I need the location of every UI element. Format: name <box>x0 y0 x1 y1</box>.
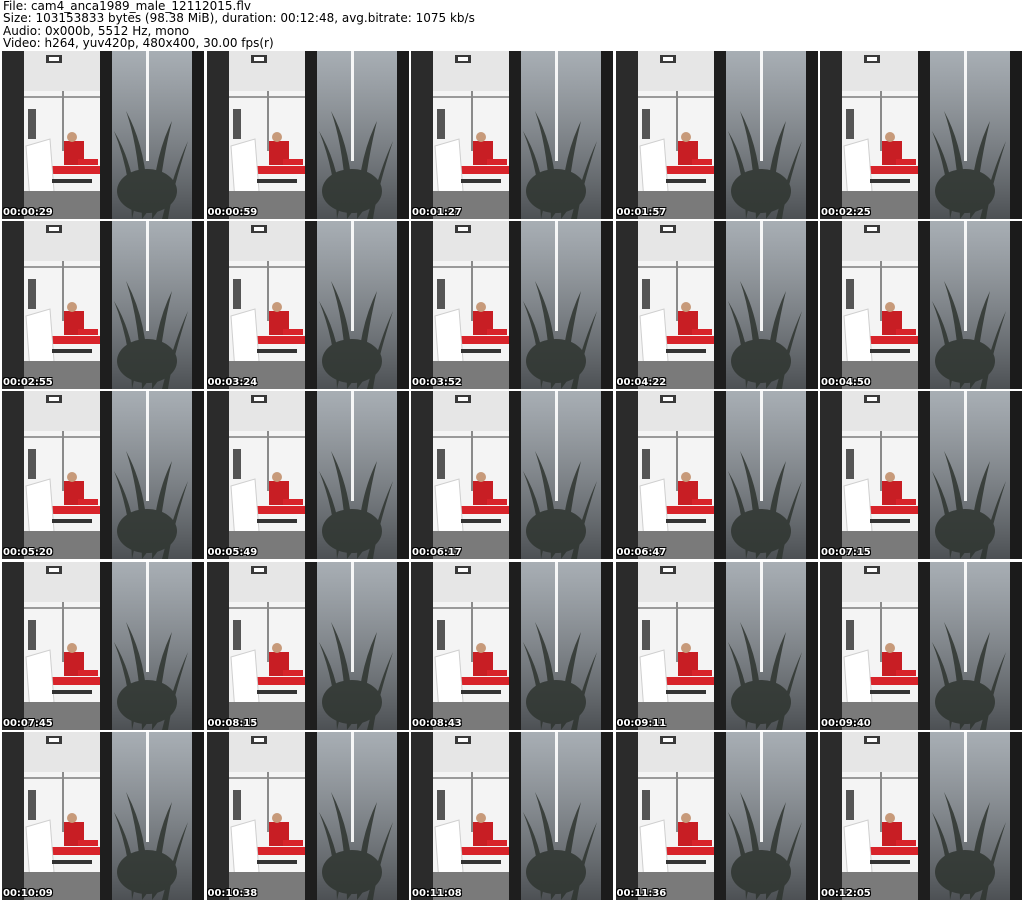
thumbnail-frame-image <box>206 391 409 560</box>
thumbnail-frame-image <box>206 51 409 219</box>
thumbnail-timestamp: 00:03:52 <box>412 377 462 389</box>
thumbnail-timestamp: 00:12:05 <box>821 887 871 899</box>
thumbnail-frame-image <box>411 221 613 390</box>
thumbnail-grid: 00:00:29 00:00:59 00:01:27 00:01:57 00:0… <box>2 51 1022 900</box>
video-thumbnail: 00:03:52 <box>411 221 613 390</box>
thumbnail-timestamp: 00:02:55 <box>3 377 53 389</box>
video-line: Video: h264, yuv420p, 480x400, 30.00 fps… <box>3 35 274 50</box>
file-info-header: File: cam4_anca1989_male_12112015.flv Si… <box>3 0 1021 49</box>
size-line: Size: 103153833 bytes (98.38 MiB), durat… <box>3 11 475 26</box>
video-thumbnail: 00:01:57 <box>615 51 818 219</box>
video-thumbnail: 00:07:15 <box>820 391 1022 560</box>
thumbnail-frame-image <box>411 391 613 560</box>
thumbnail-timestamp: 00:07:15 <box>821 547 871 559</box>
thumbnail-timestamp: 00:04:22 <box>616 377 667 389</box>
thumbnail-frame-image <box>615 731 818 900</box>
thumbnail-frame-image <box>411 561 613 730</box>
video-thumbnail: 00:12:05 <box>820 731 1022 900</box>
thumbnail-timestamp: 00:05:20 <box>3 547 53 559</box>
video-thumbnail: 00:08:43 <box>411 561 613 730</box>
thumbnail-frame-image <box>2 221 204 390</box>
thumbnail-frame-image <box>820 391 1022 560</box>
thumbnail-frame-image <box>820 561 1022 730</box>
video-thumbnail: 00:10:38 <box>206 731 409 900</box>
video-thumbnail: 00:10:09 <box>2 731 204 900</box>
thumbnail-timestamp: 00:01:27 <box>412 207 462 218</box>
video-thumbnail: 00:11:36 <box>615 731 818 900</box>
video-thumbnail: 00:00:29 <box>2 51 204 219</box>
thumbnail-timestamp: 00:05:49 <box>207 547 258 559</box>
thumbnail-timestamp: 00:09:11 <box>616 717 667 729</box>
thumbnail-frame-image <box>2 391 204 560</box>
video-thumbnail: 00:04:50 <box>820 221 1022 390</box>
thumbnail-timestamp: 00:06:17 <box>412 547 462 559</box>
thumbnail-frame-image <box>820 221 1022 390</box>
thumbnail-timestamp: 00:07:45 <box>3 717 53 729</box>
video-thumbnail: 00:02:55 <box>2 221 204 390</box>
thumbnail-frame-image <box>2 731 204 900</box>
thumbnail-frame-image <box>615 391 818 560</box>
thumbnail-frame-image <box>206 221 409 390</box>
thumbnail-timestamp: 00:02:25 <box>821 207 871 218</box>
thumbnail-timestamp: 00:11:36 <box>616 887 667 899</box>
thumbnail-timestamp: 00:04:50 <box>821 377 871 389</box>
thumbnail-frame-image <box>820 51 1022 219</box>
video-thumbnail: 00:09:40 <box>820 561 1022 730</box>
video-thumbnail: 00:03:24 <box>206 221 409 390</box>
thumbnail-timestamp: 00:03:24 <box>207 377 258 389</box>
video-thumbnail: 00:01:27 <box>411 51 613 219</box>
thumbnail-frame-image <box>206 561 409 730</box>
thumbnail-frame-image <box>2 561 204 730</box>
video-thumbnail: 00:07:45 <box>2 561 204 730</box>
thumbnail-frame-image <box>615 51 818 219</box>
video-thumbnail: 00:06:17 <box>411 391 613 560</box>
thumbnail-timestamp: 00:09:40 <box>821 717 871 729</box>
video-thumbnail: 00:04:22 <box>615 221 818 390</box>
thumbnail-timestamp: 00:08:15 <box>207 717 258 729</box>
thumbnail-timestamp: 00:11:08 <box>412 887 462 899</box>
video-thumbnail: 00:11:08 <box>411 731 613 900</box>
thumbnail-frame-image <box>820 731 1022 900</box>
video-thumbnail: 00:02:25 <box>820 51 1022 219</box>
video-thumbnail: 00:08:15 <box>206 561 409 730</box>
video-thumbnail: 00:05:20 <box>2 391 204 560</box>
thumbnail-timestamp: 00:10:09 <box>3 887 53 899</box>
thumbnail-timestamp: 00:00:29 <box>3 207 53 218</box>
thumbnail-frame-image <box>411 51 613 219</box>
thumbnail-timestamp: 00:06:47 <box>616 547 667 559</box>
video-thumbnail: 00:09:11 <box>615 561 818 730</box>
video-thumbnail: 00:00:59 <box>206 51 409 219</box>
thumbnail-timestamp: 00:08:43 <box>412 717 462 729</box>
thumbnail-frame-image <box>615 221 818 390</box>
thumbnail-timestamp: 00:00:59 <box>207 207 258 218</box>
thumbnail-frame-image <box>615 561 818 730</box>
thumbnail-frame-image <box>2 51 204 219</box>
thumbnail-frame-image <box>206 731 409 900</box>
thumbnail-timestamp: 00:01:57 <box>616 207 667 218</box>
video-thumbnail: 00:06:47 <box>615 391 818 560</box>
thumbnail-timestamp: 00:10:38 <box>207 887 258 899</box>
thumbnail-frame-image <box>411 731 613 900</box>
video-thumbnail: 00:05:49 <box>206 391 409 560</box>
